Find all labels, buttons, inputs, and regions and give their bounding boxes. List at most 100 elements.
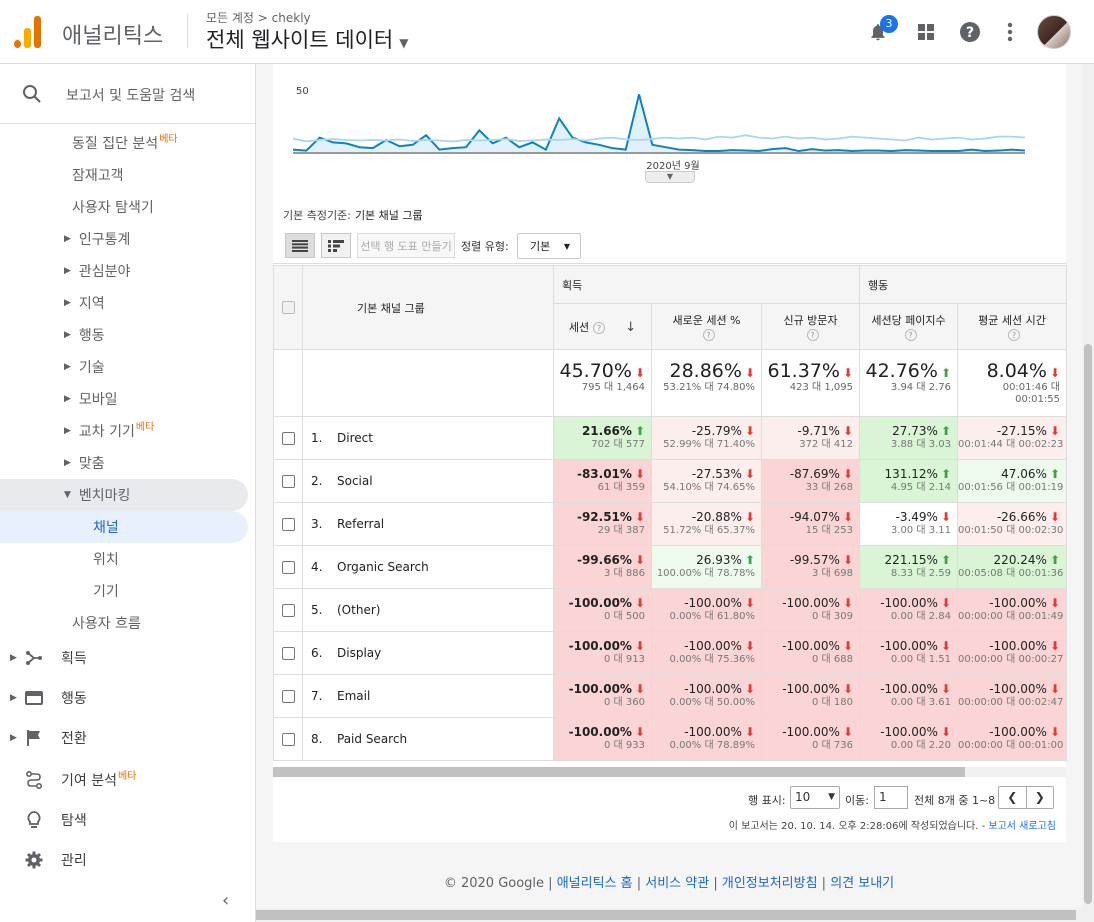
footer-link-home[interactable]: 애널리틱스 홈 (557, 876, 633, 891)
row-checkbox[interactable] (281, 733, 295, 746)
channel-name[interactable]: Paid Search (337, 732, 407, 746)
sidebar-item-channels[interactable]: 채널 (0, 511, 248, 543)
sidebar-item-cross-device[interactable]: ▶ 교차 기기 베타 (0, 416, 248, 446)
analytics-logo-icon[interactable] (14, 14, 42, 48)
row-checkbox[interactable] (281, 475, 295, 488)
sidebar-item-users-flow[interactable]: 사용자 흐름 (0, 608, 248, 638)
total-cell: 8.04% ⬇ 00:01:46 대 00:01:55 (957, 349, 1067, 417)
arrow-down-icon: ⬇ (842, 639, 853, 653)
arrow-down-icon: ⬇ (744, 467, 755, 481)
row-checkbox[interactable] (281, 561, 295, 574)
report-note-text: 이 보고서는 20. 10. 14. 오후 2:28:06에 작성되었습니다. … (728, 821, 986, 832)
total-compare: 795 대 1,464 (581, 382, 645, 393)
channel-cell: 1. Direct (302, 416, 554, 460)
goto-input[interactable]: 1 (874, 786, 908, 809)
prev-page-button[interactable]: ❮ (999, 787, 1026, 808)
help-icon[interactable]: ? (904, 329, 917, 341)
footer-link-terms[interactable]: 서비스 약관 (645, 876, 709, 891)
refresh-report-link[interactable]: 보고서 새로고침 (988, 821, 1056, 832)
sidebar-item-cohort[interactable]: 동질 집단 분석 베타 (0, 128, 248, 158)
performance-view-button[interactable] (321, 233, 351, 258)
row-checkbox[interactable] (281, 690, 295, 703)
show-rows-select[interactable]: 10 ▼ (790, 786, 840, 809)
channel-name[interactable]: Referral (337, 517, 384, 531)
apps-grid-icon[interactable] (912, 18, 940, 46)
avatar[interactable] (1037, 15, 1071, 49)
chart-collapse-handle[interactable]: ▼ (645, 171, 695, 183)
metric-header-4[interactable]: 평균 세션 시간? (957, 303, 1067, 350)
help-icon[interactable]: ? (593, 321, 606, 334)
table-view-button[interactable] (285, 233, 315, 258)
footer-link-feedback[interactable]: 의견 보내기 (830, 876, 894, 891)
channel-name[interactable]: Organic Search (337, 560, 429, 574)
arrow-down-icon: ⬇ (1049, 424, 1060, 438)
change-value: -27.15% (996, 424, 1047, 438)
collapse-sidebar-icon[interactable]: ‹ (222, 890, 229, 911)
sidebar-item-behavior[interactable]: ▶ 행동 (0, 320, 248, 350)
compare-values: 0.00% 대 61.80% (669, 611, 755, 622)
sidebar-item-technology[interactable]: ▶ 기술 (0, 352, 248, 382)
help-icon[interactable]: ? (1008, 329, 1020, 341)
metric-cell: -100.00% ⬇ 0 대 913 (553, 631, 652, 675)
sidebar-item-demographics[interactable]: ▶ 인구통계 (0, 224, 248, 254)
sidebar-item-user-explorer[interactable]: 사용자 탐색기 (0, 192, 248, 222)
row-checkbox[interactable] (281, 604, 295, 617)
change-value: -94.07% (789, 510, 840, 524)
help-icon[interactable]: ? (806, 329, 819, 341)
sort-type-select[interactable]: 기본 ▼ (517, 233, 581, 259)
metric-header-3[interactable]: 세션당 페이지수? (859, 303, 958, 350)
sidebar-item-location[interactable]: 위치 (0, 544, 248, 574)
row-number: 4. (311, 560, 323, 574)
section-behavior[interactable]: ▶ 행동 (0, 680, 256, 716)
more-vert-icon[interactable] (996, 18, 1024, 46)
metric-header-0[interactable]: 세션? ↓ (553, 303, 652, 350)
sidebar-item-devices[interactable]: 기기 (0, 576, 248, 606)
compare-values: 61 대 359 (597, 482, 645, 493)
dimension-header[interactable]: 기본 채널 그룹 (302, 265, 554, 350)
section-acquisition[interactable]: ▶ 획득 (0, 640, 256, 676)
acquisition-group-header: 획득 (553, 265, 860, 304)
table-row: 1. Direct 21.66% ⬆ 702 대 577 -25.79% ⬇ 52.99% 대… (273, 416, 1067, 460)
primary-dimension-value[interactable]: 기본 채널 그룹 (355, 209, 423, 222)
row-checkbox[interactable] (281, 432, 295, 445)
metric-cell: -9.71% ⬇ 372 대 412 (761, 416, 860, 460)
next-page-button[interactable]: ❯ (1025, 787, 1054, 808)
channel-name[interactable]: (Other) (337, 603, 380, 617)
sidebar-item-benchmarking[interactable]: ▼ 벤치마킹 (0, 479, 248, 511)
vertical-scrollbar[interactable] (1082, 64, 1094, 922)
arrow-down-icon: ⬇ (842, 682, 853, 696)
select-all-checkbox[interactable] (281, 301, 295, 315)
arrow-up-icon: ⬆ (940, 366, 951, 380)
row-checkbox[interactable] (281, 647, 295, 660)
footer-link-privacy[interactable]: 개인정보처리방침 (722, 876, 818, 891)
section-explore[interactable]: 탐색 (0, 802, 256, 838)
section-admin[interactable]: 관리 (0, 842, 256, 878)
channel-name[interactable]: Email (337, 689, 370, 703)
metric-header-1[interactable]: 새로운 세션 %? (651, 303, 762, 350)
help-icon[interactable]: ? (956, 18, 984, 46)
view-selector[interactable]: 전체 웹사이트 데이터 ▼ (206, 24, 408, 54)
section-attribution[interactable]: 기여 분석베타 (0, 762, 256, 798)
sidebar-item-custom[interactable]: ▶ 맞춤 (0, 448, 248, 478)
sidebar-item-audience[interactable]: 잠재고객 (0, 160, 248, 190)
row-checkbox[interactable] (281, 518, 295, 531)
sort-desc-icon[interactable]: ↓ (621, 320, 636, 335)
horizontal-scrollbar[interactable] (273, 767, 1066, 777)
sidebar-item-geo[interactable]: ▶ 지역 (0, 288, 248, 318)
page-horizontal-scrollbar[interactable] (256, 908, 1082, 922)
sidebar-item-interests[interactable]: ▶ 관심분야 (0, 256, 248, 286)
row-number: 6. (311, 646, 323, 660)
section-conversions[interactable]: ▶ 전환 (0, 720, 256, 756)
plot-rows-button[interactable]: 선택 행 도표 만들기 (357, 233, 455, 258)
metric-cell: -94.07% ⬇ 15 대 253 (761, 502, 860, 546)
chevron-right-icon: ▶ (64, 426, 71, 436)
sidebar-item-mobile[interactable]: ▶ 모바일 (0, 384, 248, 414)
metric-header-2[interactable]: 신규 방문자? (761, 303, 860, 350)
metric-cell: -100.00% ⬇ 0 대 180 (761, 674, 860, 718)
section-label: 기여 분석베타 (61, 770, 136, 790)
channel-name[interactable]: Social (337, 474, 373, 488)
channel-name[interactable]: Direct (337, 431, 373, 445)
search-box[interactable]: 보고서 및 도움말 검색 (0, 64, 256, 124)
help-icon[interactable]: ? (702, 329, 715, 341)
channel-name[interactable]: Display (337, 646, 381, 660)
